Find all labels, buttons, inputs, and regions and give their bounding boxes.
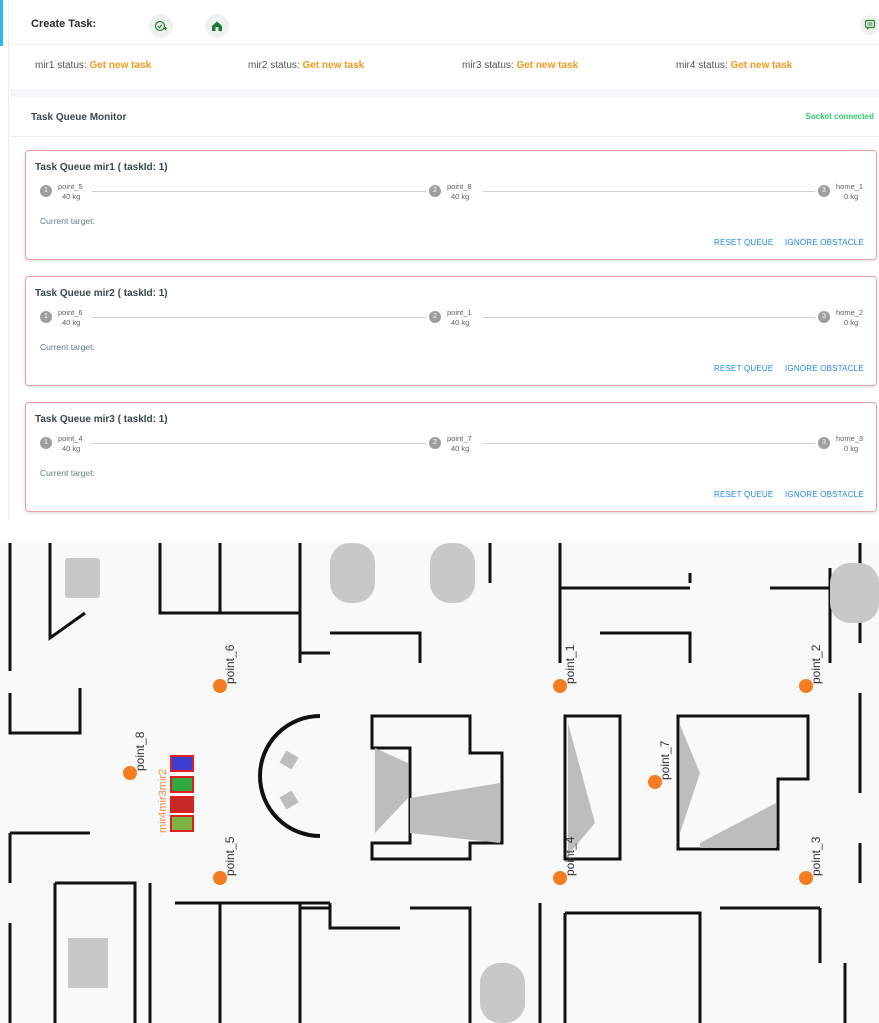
- step-weight: 40 kg: [62, 444, 81, 453]
- map-point-label: point_2: [809, 644, 823, 684]
- robot-marker-mir2[interactable]: [170, 796, 194, 813]
- robot-marker-mir1[interactable]: [170, 815, 194, 832]
- step-connector: [483, 443, 815, 444]
- reset-queue-button[interactable]: RESET QUEUE: [714, 490, 773, 499]
- step-name: point_7: [447, 434, 472, 443]
- step-number: 1: [40, 437, 52, 449]
- map-point-label: point_1: [563, 644, 577, 684]
- mir4-status: mir4 status: Get new task: [676, 60, 793, 71]
- mir2-status: mir2 status: Get new task: [248, 60, 365, 71]
- create-task-header: [0, 0, 879, 46]
- map-point-label: point_6: [223, 644, 237, 684]
- queue-title: Task Queue mir3 ( taskId: 1): [35, 414, 168, 425]
- map-point-label: point_7: [658, 740, 672, 780]
- reset-queue-button[interactable]: RESET QUEUE: [714, 238, 773, 247]
- step-number: 1: [40, 311, 52, 323]
- step-connector: [92, 317, 426, 318]
- step-weight: 0 kg: [844, 318, 859, 327]
- step-weight: 40 kg: [62, 192, 81, 201]
- step-weight: 40 kg: [451, 444, 470, 453]
- step-number: 2: [429, 185, 441, 197]
- robot-marker-mir4[interactable]: [170, 755, 194, 772]
- reset-queue-button[interactable]: RESET QUEUE: [714, 364, 773, 373]
- create-task-title: Create Task:: [31, 18, 97, 30]
- step-number: 3: [818, 311, 830, 323]
- step-number: 2: [429, 311, 441, 323]
- step-connector: [483, 317, 815, 318]
- step-weight: 0 kg: [844, 192, 859, 201]
- step-name: point_1: [447, 308, 472, 317]
- current-target: Current target:: [40, 468, 95, 478]
- step-connector: [92, 443, 426, 444]
- task-queue-panel-mir1: Task Queue mir1 ( taskId: 1) 1 point_5 4…: [25, 150, 877, 260]
- left-border: [8, 0, 9, 520]
- step-number: 3: [818, 185, 830, 197]
- add-task-icon[interactable]: [149, 14, 173, 38]
- step-number: 3: [818, 437, 830, 449]
- robot-labels: mir4mir3mir2: [157, 769, 169, 833]
- map-point-label: point_5: [223, 836, 237, 876]
- step-number: 2: [429, 437, 441, 449]
- step-connector: [483, 191, 815, 192]
- robot-marker-mir3[interactable]: [170, 776, 194, 793]
- step-name: point_5: [58, 182, 83, 191]
- queue-title: Task Queue mir2 ( taskId: 1): [35, 288, 168, 299]
- map-point-label: point_8: [133, 731, 147, 771]
- step-name: point_4: [58, 434, 83, 443]
- step-weight: 0 kg: [844, 444, 859, 453]
- step-weight: 40 kg: [451, 318, 470, 327]
- section-separator: [10, 89, 879, 97]
- ignore-obstacle-button[interactable]: IGNORE OBSTACLE: [785, 364, 864, 373]
- task-queue-panel-mir2: Task Queue mir2 ( taskId: 1) 1 point_6 4…: [25, 276, 877, 386]
- monitor-divider: [10, 136, 879, 137]
- message-icon[interactable]: [860, 15, 879, 35]
- ignore-obstacle-button[interactable]: IGNORE OBSTACLE: [785, 238, 864, 247]
- step-name: point_8: [447, 182, 472, 191]
- monitor-title: Task Queue Monitor: [31, 112, 127, 123]
- step-weight: 40 kg: [451, 192, 470, 201]
- map-point-label: point_4: [563, 836, 577, 876]
- mir1-status: mir1 status: Get new task: [35, 60, 152, 71]
- mir3-status: mir3 status: Get new task: [462, 60, 579, 71]
- home-icon[interactable]: [205, 14, 229, 38]
- header-divider: [10, 44, 879, 45]
- step-number: 1: [40, 185, 52, 197]
- step-weight: 40 kg: [62, 318, 81, 327]
- step-name: point_6: [58, 308, 83, 317]
- current-target: Current target:: [40, 342, 95, 352]
- step-name: home_2: [836, 308, 864, 317]
- step-name: home_1: [836, 182, 864, 191]
- queue-title: Task Queue mir1 ( taskId: 1): [35, 162, 168, 173]
- task-queue-panel-mir3: Task Queue mir3 ( taskId: 1) 1 point_4 4…: [25, 402, 877, 512]
- socket-status: Socket connected: [805, 112, 874, 121]
- current-target: Current target:: [40, 216, 95, 226]
- step-connector: [92, 191, 426, 192]
- ignore-obstacle-button[interactable]: IGNORE OBSTACLE: [785, 490, 864, 499]
- map-point-label: point_3: [809, 836, 823, 876]
- step-name: home_3: [836, 434, 864, 443]
- floor-map[interactable]: point_1 point_2 point_3 point_4 point_5 point…: [0, 543, 879, 1023]
